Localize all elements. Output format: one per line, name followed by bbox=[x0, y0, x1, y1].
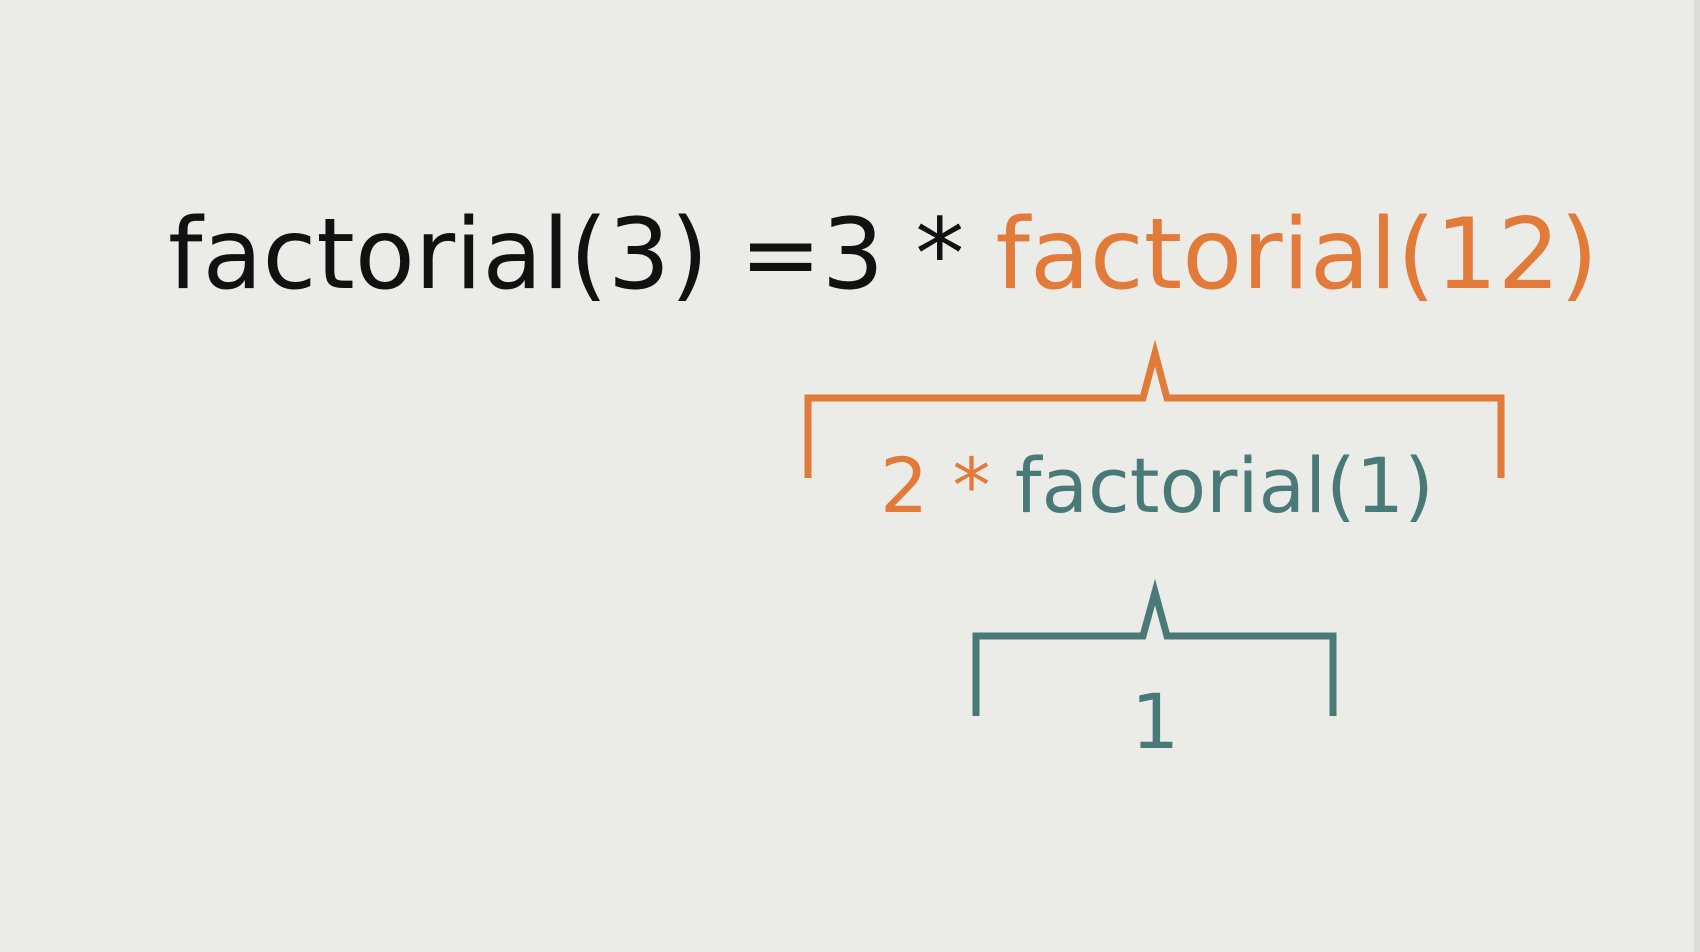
recursive-call: factorial(12) bbox=[995, 198, 1599, 312]
times-operator: * bbox=[884, 198, 996, 312]
right-edge-strip bbox=[1694, 0, 1700, 952]
times-operator: * bbox=[928, 441, 1015, 530]
base-case-value: 1 bbox=[1131, 677, 1180, 766]
equals-sign: = bbox=[708, 198, 822, 312]
main-expression: factorial(3) =3 * factorial(12) bbox=[168, 206, 1598, 304]
brackets-layer bbox=[804, 339, 1505, 716]
lhs-call: factorial(3) bbox=[168, 198, 709, 312]
multiplier-two: 2 bbox=[880, 441, 929, 530]
recursive-call: factorial(1) bbox=[1014, 441, 1434, 530]
multiplier-three: 3 bbox=[821, 198, 885, 312]
recursion-diagram: factorial(3) =3 * factorial(12) 2 * fact… bbox=[0, 0, 1700, 952]
level2-expression: 2 * factorial(1) bbox=[880, 448, 1434, 524]
